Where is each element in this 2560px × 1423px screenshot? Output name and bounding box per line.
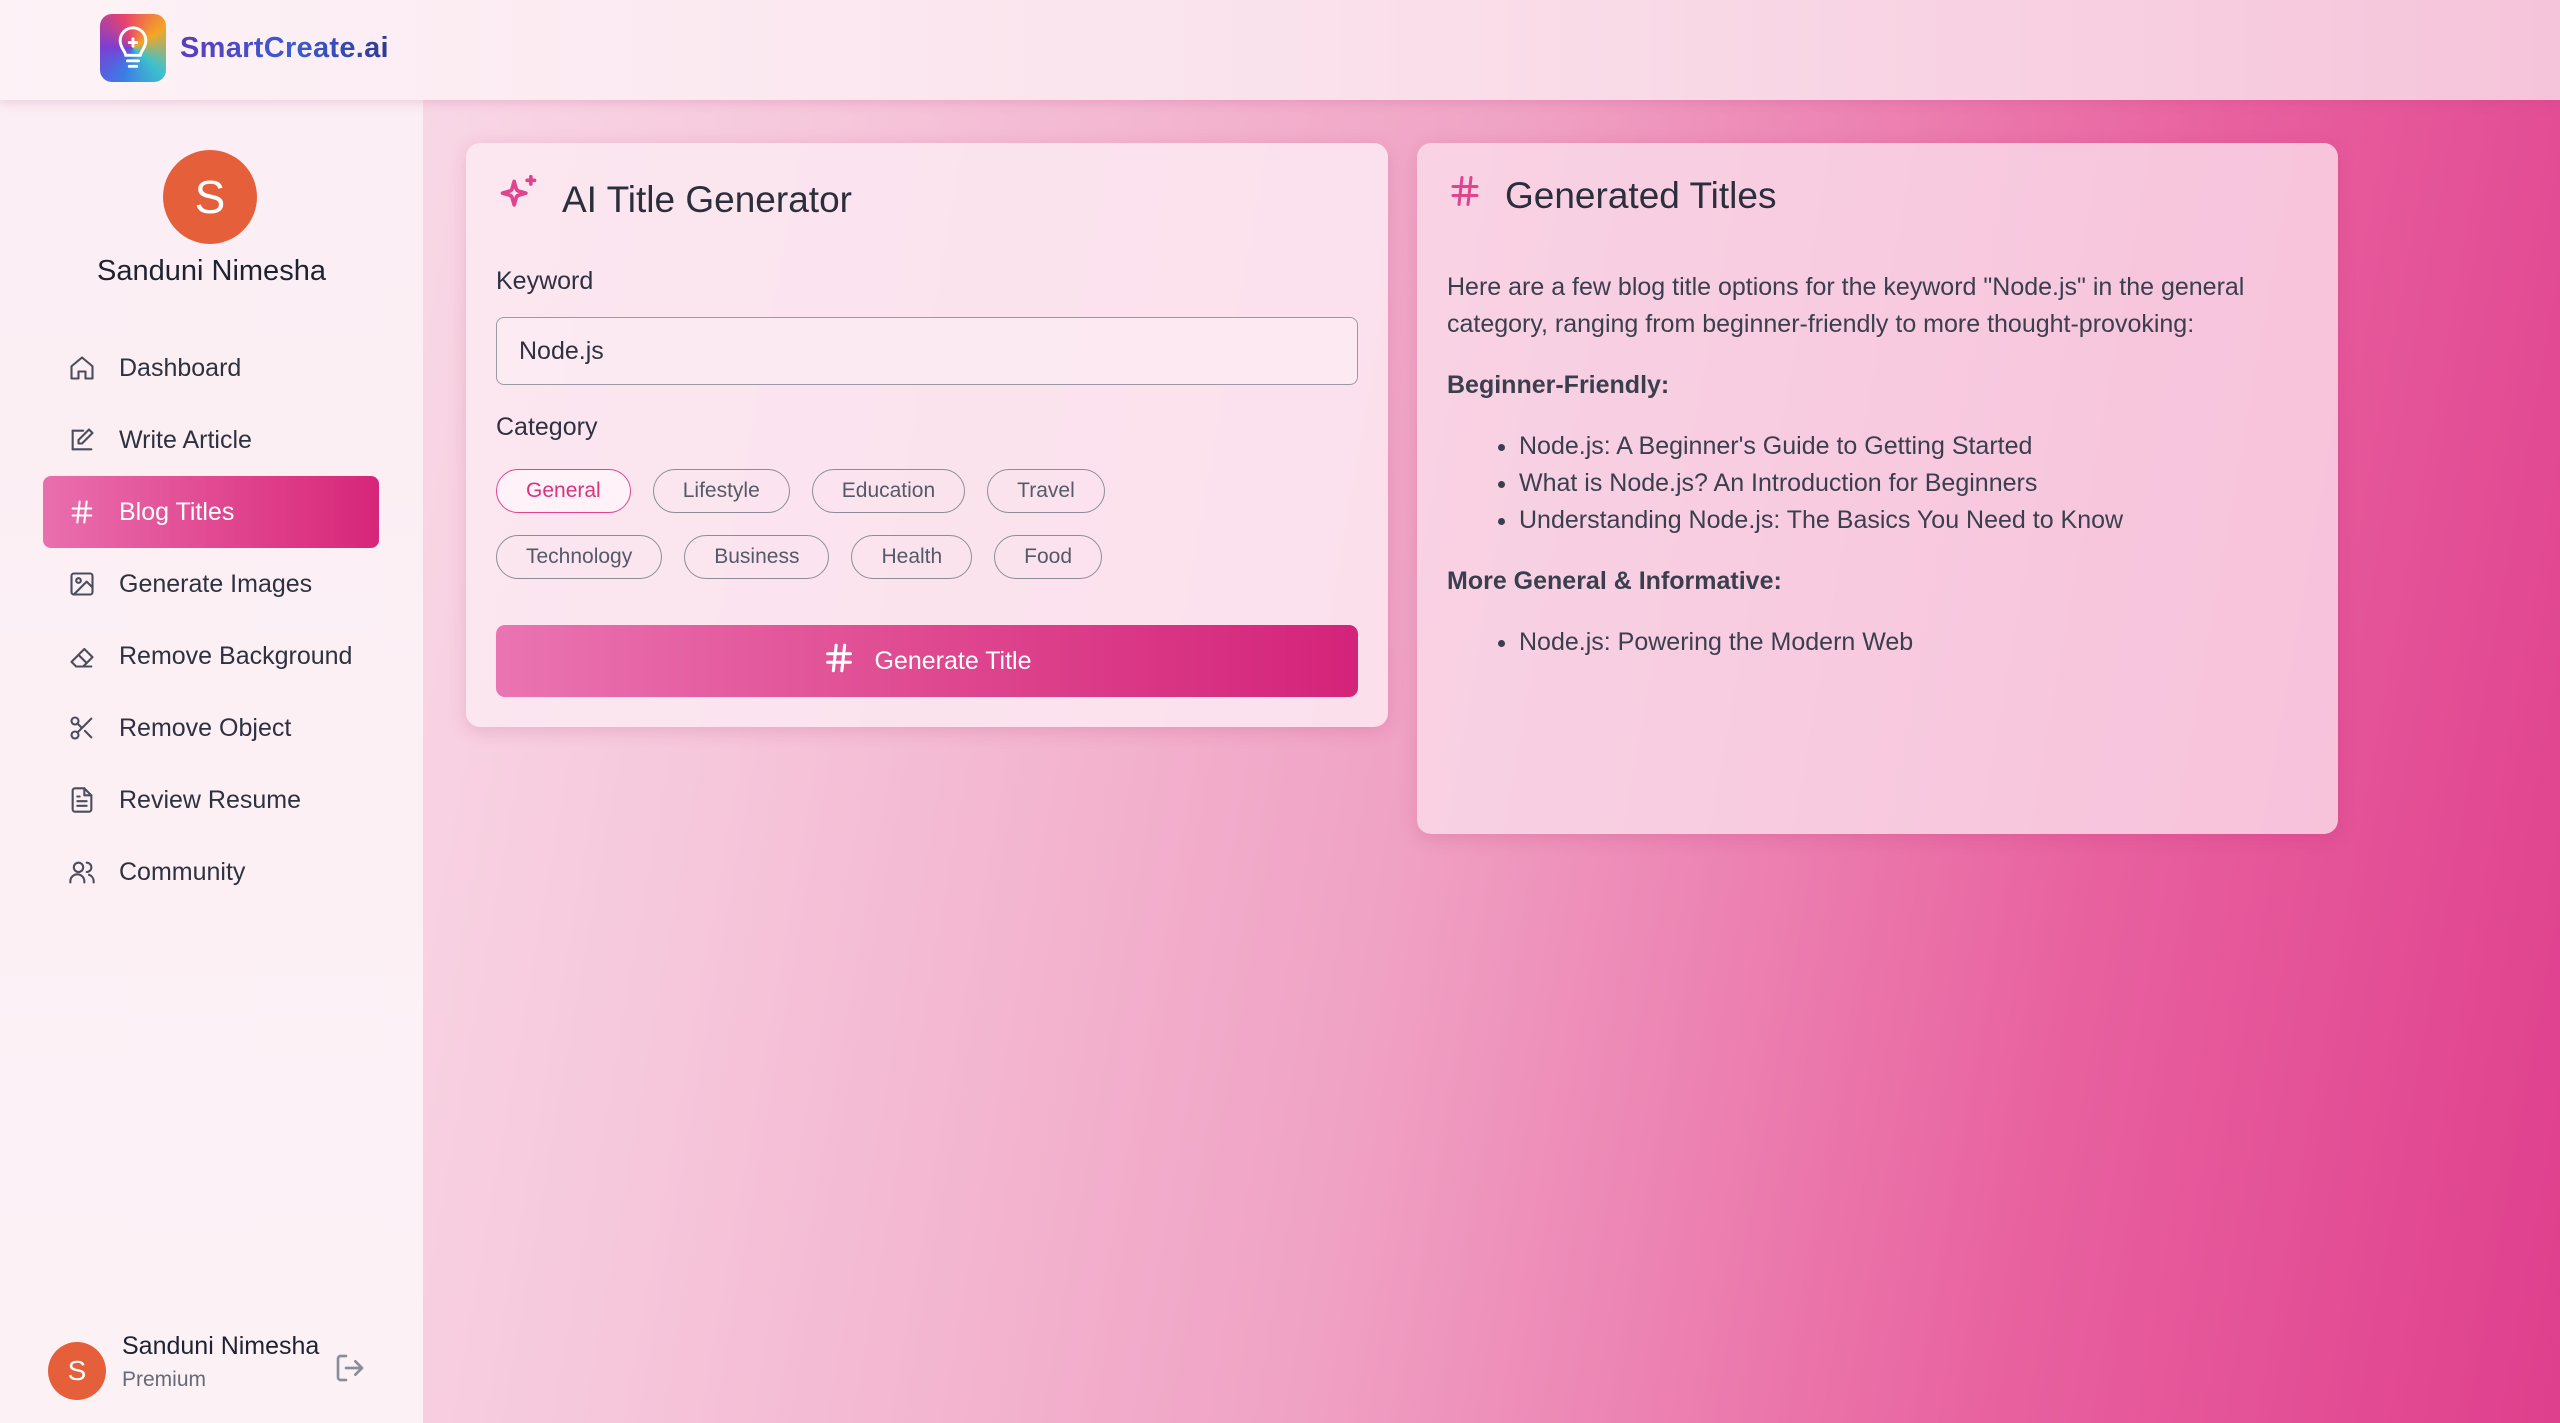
edit-icon — [67, 425, 97, 455]
hash-icon — [822, 641, 856, 682]
sidebar-item-blog-titles[interactable]: Blog Titles — [43, 476, 379, 548]
avatar[interactable]: S — [48, 1342, 106, 1400]
generated-titles-card: Generated Titles Here are a few blog tit… — [1417, 143, 2338, 834]
category-chip-lifestyle[interactable]: Lifestyle — [652, 469, 790, 513]
title-generator-card: AI Title Generator Keyword Category Gene… — [466, 143, 1388, 727]
results-content: Here are a few blog title options for th… — [1447, 269, 2307, 685]
list-item: What is Node.js? An Introduction for Beg… — [1519, 465, 2307, 502]
sidebar-item-community[interactable]: Community — [43, 836, 379, 908]
category-chip-travel[interactable]: Travel — [987, 469, 1105, 513]
sidebar-item-review-resume[interactable]: Review Resume — [43, 764, 379, 836]
results-section-heading: More General & Informative: — [1447, 567, 1782, 595]
results-list: Node.js: A Beginner's Guide to Getting S… — [1519, 428, 2307, 539]
sidebar-item-remove-object[interactable]: Remove Object — [43, 692, 379, 764]
hash-icon — [1447, 173, 1483, 218]
sidebar-item-dashboard[interactable]: Dashboard — [43, 332, 379, 404]
sidebar-item-label: Remove Object — [119, 713, 292, 742]
sidebar-item-label: Dashboard — [119, 353, 242, 382]
sidebar-item-label: Generate Images — [119, 569, 313, 598]
sidebar-item-remove-background[interactable]: Remove Background — [43, 620, 379, 692]
home-icon — [67, 353, 97, 383]
sparkles-icon — [496, 173, 540, 226]
brand-name: SmartCreate.ai — [180, 31, 389, 64]
results-card-header: Generated Titles — [1447, 173, 1776, 218]
list-item: Understanding Node.js: The Basics You Ne… — [1519, 502, 2307, 539]
category-chip-business[interactable]: Business — [684, 535, 830, 579]
generator-title: AI Title Generator — [562, 178, 852, 220]
category-chip-technology[interactable]: Technology — [496, 535, 663, 579]
users-icon — [67, 857, 97, 887]
profile-avatar[interactable]: S — [163, 150, 257, 244]
generate-title-button[interactable]: Generate Title — [496, 625, 1358, 697]
sidebar: S Sanduni Nimesha Dashboard Write Articl… — [0, 100, 423, 1423]
eraser-icon — [67, 641, 97, 671]
category-chip-food[interactable]: Food — [994, 535, 1103, 579]
footer-user-name: Sanduni Nimesha — [122, 1332, 320, 1360]
category-label: Category — [496, 413, 598, 441]
results-section-heading: Beginner-Friendly: — [1447, 371, 1670, 399]
sidebar-item-label: Remove Background — [119, 641, 353, 670]
sidebar-user-footer: S Sanduni Nimesha Premium — [48, 1332, 388, 1404]
logout-icon[interactable] — [334, 1352, 366, 1384]
sidebar-item-label: Review Resume — [119, 785, 302, 814]
file-text-icon — [67, 785, 97, 815]
sidebar-nav: Dashboard Write Article Blog Titles Gene… — [43, 332, 379, 908]
sidebar-item-label: Blog Titles — [119, 497, 235, 526]
top-bar: SmartCreate.ai — [0, 0, 2560, 100]
category-chip-general[interactable]: General — [496, 469, 631, 513]
sidebar-item-label: Community — [119, 857, 246, 886]
sidebar-item-generate-images[interactable]: Generate Images — [43, 548, 379, 620]
results-title: Generated Titles — [1505, 174, 1777, 216]
category-chip-health[interactable]: Health — [851, 535, 973, 579]
generate-title-label: Generate Title — [874, 646, 1032, 675]
sidebar-item-write-article[interactable]: Write Article — [43, 404, 379, 476]
image-icon — [67, 569, 97, 599]
results-intro: Here are a few blog title options for th… — [1447, 273, 2245, 338]
category-chip-education[interactable]: Education — [811, 469, 966, 513]
hash-icon — [67, 497, 97, 527]
keyword-input[interactable] — [496, 317, 1358, 385]
footer-user-plan: Premium — [122, 1368, 207, 1391]
sidebar-item-label: Write Article — [119, 425, 252, 454]
generator-card-header: AI Title Generator — [496, 173, 852, 226]
lightbulb-logo-icon — [100, 14, 166, 82]
brand-logo[interactable]: SmartCreate.ai — [100, 14, 389, 82]
scissors-icon — [67, 713, 97, 743]
list-item: Node.js: A Beginner's Guide to Getting S… — [1519, 428, 2307, 465]
keyword-label: Keyword — [496, 267, 594, 295]
profile-name: Sanduni Nimesha — [97, 255, 326, 287]
category-chips: General Lifestyle Education Travel Techn… — [496, 469, 1358, 601]
results-list: Node.js: Powering the Modern Web — [1519, 624, 2307, 661]
list-item: Node.js: Powering the Modern Web — [1519, 624, 2307, 661]
